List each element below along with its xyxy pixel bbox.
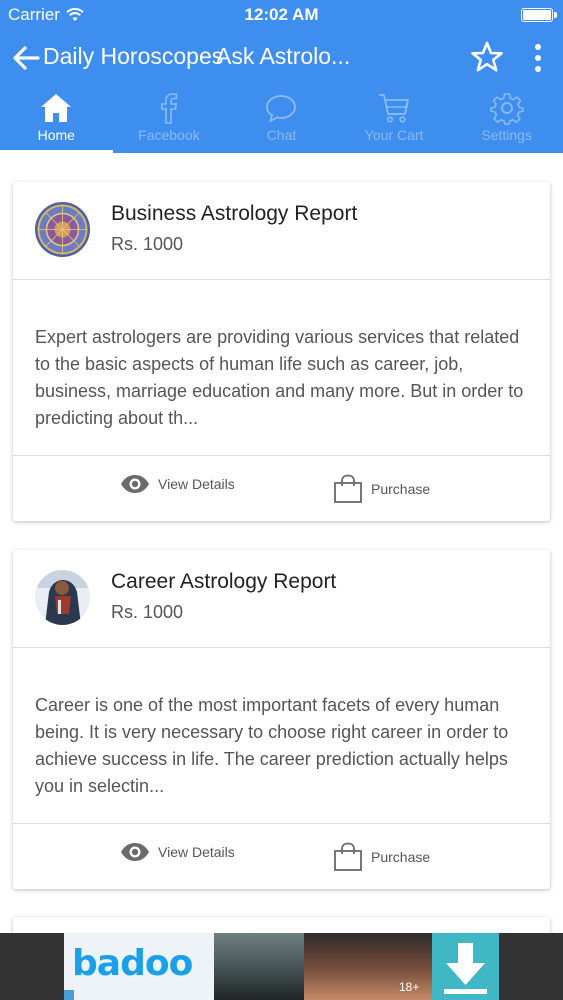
card-title: Business Astrology Report xyxy=(111,202,358,225)
card-description: Career is one of the most important face… xyxy=(13,648,550,824)
ad-content[interactable]: badoo 18+ xyxy=(64,933,499,1000)
tab-facebook[interactable]: Facebook xyxy=(113,85,226,153)
cart-icon xyxy=(379,94,409,123)
home-icon xyxy=(41,94,72,122)
ad-photo xyxy=(214,933,304,1000)
avatar xyxy=(35,202,90,257)
report-card[interactable] xyxy=(13,917,550,933)
tab-chat[interactable]: Chat xyxy=(225,85,338,153)
shopping-bag-icon xyxy=(334,474,362,503)
card-title: Career Astrology Report xyxy=(111,570,337,593)
gear-icon xyxy=(489,93,524,125)
eye-icon xyxy=(121,475,149,493)
tab-your-cart-label: Your Cart xyxy=(364,127,424,143)
purchase-button[interactable]: Purchase xyxy=(333,842,430,872)
page-title: Daily Horoscopes xyxy=(43,43,224,69)
back-arrow-icon[interactable] xyxy=(10,42,42,74)
clock: 12:02 AM xyxy=(244,5,319,24)
tab-settings-label: Settings xyxy=(481,127,532,143)
report-card[interactable]: Career Astrology Report Rs. 1000 Career … xyxy=(13,550,550,889)
age-badge: 18+ xyxy=(399,980,420,994)
card-price: Rs. 1000 xyxy=(111,234,184,254)
facebook-icon xyxy=(160,93,178,124)
eye-icon xyxy=(121,843,149,861)
ad-banner[interactable]: badoo 18+ xyxy=(0,933,563,1000)
view-details-label: View Details xyxy=(158,844,235,860)
card-header: Career Astrology Report Rs. 1000 xyxy=(13,550,550,648)
purchase-label: Purchase xyxy=(371,481,431,497)
tab-home-label: Home xyxy=(37,127,75,143)
purchase-button[interactable]: Purchase xyxy=(333,474,430,504)
tab-your-cart[interactable]: Your Cart xyxy=(338,85,451,153)
card-actions: View Details Purchase xyxy=(13,456,550,521)
download-icon xyxy=(444,943,487,994)
view-details-label: View Details xyxy=(158,476,235,492)
card-actions: View Details Purchase xyxy=(13,824,550,889)
shopping-bag-icon xyxy=(334,842,362,871)
tab-chat-label: Chat xyxy=(266,127,297,143)
tab-bar: Home Facebook Chat Your Cart Settings xyxy=(0,85,563,153)
ad-download-button[interactable] xyxy=(432,933,499,1000)
card-header: Business Astrology Report Rs. 1000 xyxy=(13,182,550,280)
purchase-label: Purchase xyxy=(371,849,431,865)
page-subtitle: Ask Astrolo... xyxy=(216,43,351,69)
card-description: Expert astrologers are providing various… xyxy=(13,280,550,456)
report-card[interactable]: Business Astrology Report Rs. 1000 Exper… xyxy=(13,182,550,521)
chat-icon xyxy=(266,95,297,123)
ad-corner-marker xyxy=(64,990,74,1000)
more-options-icon[interactable] xyxy=(528,42,548,74)
avatar xyxy=(35,570,90,625)
tab-facebook-label: Facebook xyxy=(138,127,200,143)
tab-settings[interactable]: Settings xyxy=(450,85,563,153)
battery-icon xyxy=(521,8,557,22)
star-icon[interactable] xyxy=(470,40,504,74)
status-bar: Carrier 12:02 AM xyxy=(0,0,563,30)
content-list: Business Astrology Report Rs. 1000 Exper… xyxy=(0,153,563,933)
tab-home[interactable]: Home xyxy=(0,85,113,153)
card-price: Rs. 1000 xyxy=(111,602,184,622)
ad-brand-logo: badoo xyxy=(72,943,193,984)
view-details-button[interactable]: View Details xyxy=(120,474,235,494)
view-details-button[interactable]: View Details xyxy=(120,842,235,862)
app-bar: Daily Horoscopes Ask Astrolo... xyxy=(0,30,563,85)
